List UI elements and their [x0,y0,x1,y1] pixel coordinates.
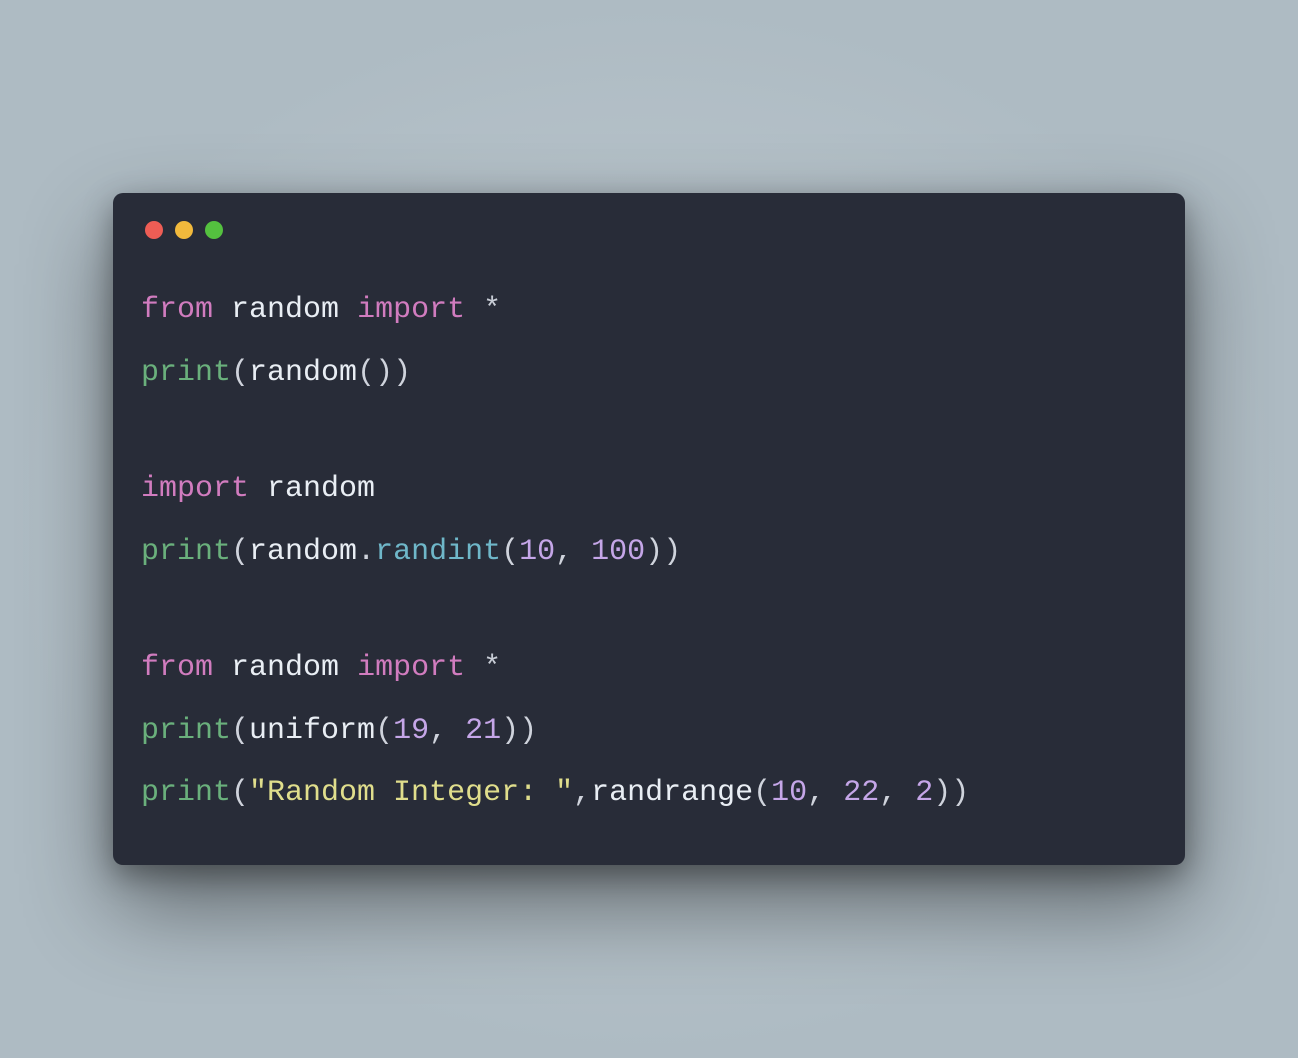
close-icon[interactable] [145,221,163,239]
spacer [141,396,1157,466]
number-literal: 2 [915,776,933,810]
comma: , [807,776,843,810]
number-literal: 10 [771,776,807,810]
paren-open: ( [231,776,249,810]
keyword-import: import [141,472,249,506]
keyword-import: import [357,651,465,685]
paren-open: ( [501,535,519,569]
number-literal: 100 [591,535,645,569]
number-literal: 22 [843,776,879,810]
paren-close: ) [645,535,663,569]
code-line: print("Random Integer: ",randrange(10, 2… [141,770,1157,817]
paren-open: ( [753,776,771,810]
import-star: * [483,293,501,327]
paren-close: ) [501,714,519,748]
keyword-from: from [141,651,213,685]
module-name: random [231,651,339,685]
comma: , [555,535,591,569]
paren-open: ( [231,356,249,390]
code-window: from random import * print(random()) imp… [113,193,1185,865]
code-line: import random [141,466,1157,513]
object-random: random [249,535,357,569]
method-randint: randint [375,535,501,569]
module-name: random [231,293,339,327]
paren-close: ) [933,776,951,810]
paren-close: ) [393,356,411,390]
keyword-import: import [357,293,465,327]
comma: , [573,776,591,810]
call-random: random [249,356,357,390]
number-literal: 19 [393,714,429,748]
code-line: print(random()) [141,350,1157,397]
paren-close: ) [663,535,681,569]
comma: , [429,714,465,748]
call-uniform: uniform [249,714,375,748]
zoom-icon[interactable] [205,221,223,239]
call-print: print [141,356,231,390]
call-randrange: randrange [591,776,753,810]
code-line: print(random.randint(10, 100)) [141,529,1157,576]
minimize-icon[interactable] [175,221,193,239]
paren-open: ( [231,714,249,748]
spacer [141,575,1157,645]
call-print: print [141,776,231,810]
number-literal: 10 [519,535,555,569]
string-literal: "Random Integer: " [249,776,573,810]
keyword-from: from [141,293,213,327]
paren-close: ) [519,714,537,748]
module-name: random [267,472,375,506]
number-literal: 21 [465,714,501,748]
paren-close: ) [375,356,393,390]
call-print: print [141,535,231,569]
code-line: from random import * [141,287,1157,334]
code-line: print(uniform(19, 21)) [141,708,1157,755]
paren-open: ( [375,714,393,748]
comma: , [879,776,915,810]
paren-open: ( [357,356,375,390]
paren-open: ( [231,535,249,569]
call-print: print [141,714,231,748]
dot: . [357,535,375,569]
window-controls [145,221,1157,239]
code-line: from random import * [141,645,1157,692]
import-star: * [483,651,501,685]
paren-close: ) [951,776,969,810]
